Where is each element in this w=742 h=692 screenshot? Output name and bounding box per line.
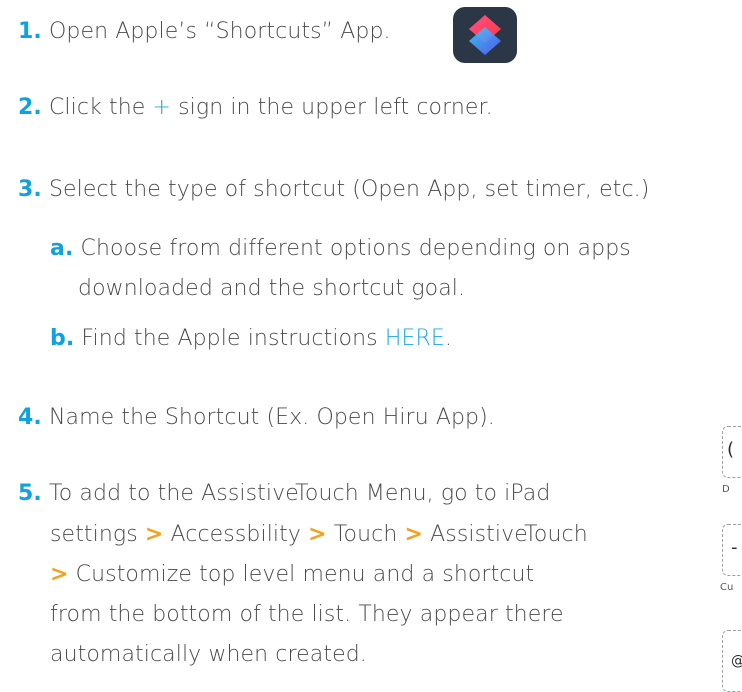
step-text: To add to the AssistiveTouch Menu, go to… bbox=[48, 481, 551, 506]
side-card: ( bbox=[722, 426, 742, 478]
side-card: - bbox=[722, 524, 742, 576]
substep-text: Choose from different options depending … bbox=[80, 236, 631, 261]
separator-arrow: > bbox=[308, 522, 327, 547]
step-text: Customize top level menu and a shortcut bbox=[68, 562, 535, 587]
step-5-line2: settings > Accessbility > Touch > Assist… bbox=[50, 522, 588, 547]
step-text: settings bbox=[50, 522, 145, 547]
step-3a: a. Choose from different options dependi… bbox=[50, 236, 631, 261]
step-3a-cont: downloaded and the shortcut goal. bbox=[78, 276, 465, 301]
separator-arrow: > bbox=[50, 562, 69, 587]
step-text: Name the Shortcut (Ex. Open Hiru App). bbox=[48, 405, 495, 430]
apple-instructions-link[interactable]: HERE bbox=[385, 326, 445, 351]
step-text: automatically when created. bbox=[50, 642, 367, 667]
step-text: AssistiveTouch bbox=[423, 522, 588, 547]
step-number: 2. bbox=[18, 95, 42, 120]
step-text: from the bottom of the list. They appear… bbox=[50, 602, 564, 627]
step-text: Open Apple’s “Shortcuts” App. bbox=[48, 19, 391, 44]
substep-letter: a. bbox=[50, 236, 74, 261]
step-5-line3: > Customize top level menu and a shortcu… bbox=[50, 562, 534, 587]
step-text-pre: Click the bbox=[48, 95, 153, 120]
separator-arrow: > bbox=[144, 522, 164, 547]
side-card: @ bbox=[722, 630, 742, 692]
substep-text-post: . bbox=[444, 326, 452, 351]
side-glyph: ( bbox=[727, 439, 735, 460]
step-text: Select the type of shortcut (Open App, s… bbox=[48, 177, 650, 202]
step-text: Accessbility bbox=[163, 522, 309, 547]
step-4: 4. Name the Shortcut (Ex. Open Hiru App)… bbox=[18, 405, 495, 430]
step-5-line4: from the bottom of the list. They appear… bbox=[50, 602, 564, 627]
substep-text-pre: Find the Apple instructions bbox=[81, 326, 385, 351]
step-text-post: sign in the upper left corner. bbox=[171, 95, 493, 120]
side-label: Cu bbox=[720, 582, 734, 593]
step-2: 2. Click the + sign in the upper left co… bbox=[18, 95, 493, 120]
side-label: D bbox=[722, 484, 730, 495]
side-glyph: - bbox=[731, 537, 738, 558]
step-5-line5: automatically when created. bbox=[50, 642, 367, 667]
step-3: 3. Select the type of shortcut (Open App… bbox=[18, 177, 649, 202]
step-number: 5. bbox=[18, 481, 42, 506]
step-number: 4. bbox=[18, 405, 42, 430]
step-number: 1. bbox=[18, 19, 42, 44]
step-3b: b. Find the Apple instructions HERE. bbox=[50, 326, 452, 351]
step-5: 5. To add to the AssistiveTouch Menu, go… bbox=[18, 481, 550, 506]
plus-sign: + bbox=[152, 95, 172, 120]
step-1: 1. Open Apple’s “Shortcuts” App. bbox=[18, 19, 391, 44]
separator-arrow: > bbox=[404, 522, 424, 547]
step-text: Touch bbox=[326, 522, 405, 547]
substep-letter: b. bbox=[50, 326, 75, 351]
side-glyph: @ bbox=[731, 653, 742, 669]
step-number: 3. bbox=[18, 177, 42, 202]
substep-text: downloaded and the shortcut goal. bbox=[78, 276, 466, 301]
shortcuts-app-icon bbox=[453, 7, 517, 63]
